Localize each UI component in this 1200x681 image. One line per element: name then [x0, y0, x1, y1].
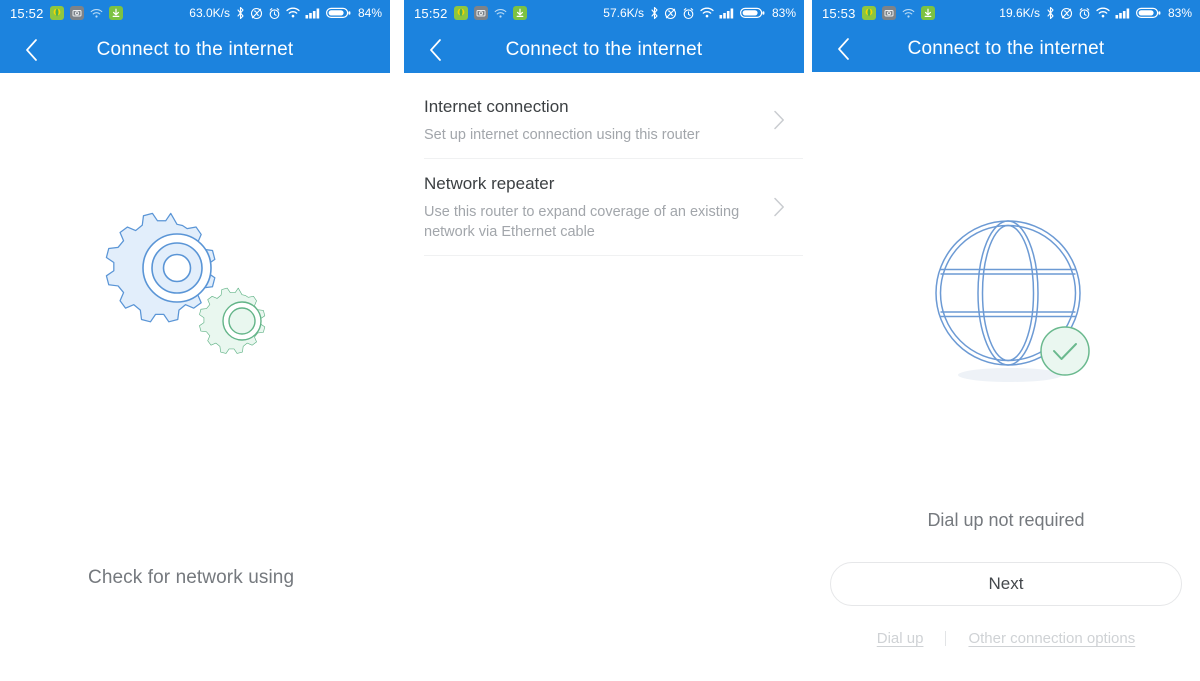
battery-icon — [739, 7, 765, 19]
panel-2-content: Internet connection Set up internet conn… — [404, 73, 804, 681]
download-icon — [920, 6, 935, 20]
screen-panel-1: 15:52 63.0K/s 84% Connect to the interne… — [0, 0, 390, 681]
alarm-icon — [1078, 7, 1091, 20]
list-item-subtitle: Set up internet connection using this ro… — [424, 127, 700, 143]
screenshot-icon — [69, 6, 84, 20]
link-divider — [945, 631, 947, 646]
status-bar-left: 15:52 — [10, 6, 123, 21]
list-divider — [424, 255, 803, 256]
list-item-subtitle: Use this router to expand coverage of an… — [424, 204, 740, 240]
chevron-left-icon — [25, 38, 38, 61]
bluetooth-icon — [236, 6, 245, 20]
page-title: Connect to the internet — [505, 38, 703, 60]
chevron-right-icon — [774, 197, 785, 217]
battery-icon — [1135, 7, 1161, 19]
list-item-internet-connection[interactable]: Internet connection Set up internet conn… — [404, 82, 804, 158]
chevron-left-icon — [429, 38, 442, 61]
other-connection-options-link[interactable]: Other connection options — [968, 630, 1135, 647]
network-speed: 63.0K/s — [189, 6, 230, 20]
next-button[interactable]: Next — [830, 562, 1182, 606]
globe-with-check-badge — [924, 212, 1104, 397]
wifi-small-icon — [90, 8, 103, 19]
network-speed: 57.6K/s — [603, 6, 644, 20]
status-clock: 15:52 — [414, 5, 448, 21]
list-item-title: Network repeater — [424, 174, 555, 193]
dial-up-link[interactable]: Dial up — [877, 630, 924, 647]
page-title: Connect to the internet — [907, 38, 1105, 59]
options-list: Internet connection Set up internet conn… — [404, 73, 804, 256]
list-item-title: Internet connection — [424, 97, 569, 116]
screen-panel-2: 15:52 57.6K/s 83% Connect to the interne… — [404, 0, 804, 681]
silent-mode-icon — [664, 7, 677, 20]
chevron-right-icon — [774, 110, 785, 130]
back-button[interactable] — [830, 36, 856, 62]
silent-mode-icon — [1060, 7, 1073, 20]
gears-illustration — [78, 178, 278, 358]
status-clock: 15:52 — [10, 5, 44, 21]
alarm-icon — [682, 7, 695, 20]
battery-percent: 83% — [771, 6, 796, 20]
wifi-small-icon — [494, 8, 507, 19]
download-icon — [108, 6, 123, 20]
download-icon — [512, 6, 527, 20]
status-bar-right: 19.6K/s 83% — [999, 6, 1192, 20]
status-bar-left: 15:53 — [822, 6, 935, 21]
bottom-links: Dial up Other connection options — [812, 630, 1200, 647]
wifi-icon — [286, 7, 300, 19]
status-bar-right: 57.6K/s 83% — [603, 6, 796, 20]
app-icon — [453, 6, 468, 20]
bluetooth-icon — [1046, 6, 1055, 20]
status-bar: 15:52 63.0K/s 84% — [0, 0, 390, 26]
app-icon — [861, 6, 876, 20]
app-header: Connect to the internet — [404, 26, 804, 73]
signal-icon — [719, 7, 735, 19]
wifi-icon — [1096, 7, 1110, 19]
panel-3-content: Dial up not required Next Dial up Other … — [812, 72, 1200, 680]
panel-1-content: Check for network using — [0, 73, 390, 681]
wifi-icon — [700, 7, 714, 19]
status-bar-right: 63.0K/s 84% — [189, 6, 382, 20]
app-header: Connect to the internet — [0, 26, 390, 73]
chevron-left-icon — [837, 38, 850, 60]
alarm-icon — [268, 7, 281, 20]
screenshot-icon — [881, 6, 896, 20]
page-title: Connect to the internet — [96, 38, 294, 60]
wifi-small-icon — [902, 8, 915, 19]
status-bar: 15:53 19.6K/s 83% — [812, 0, 1200, 26]
signal-icon — [1115, 7, 1131, 19]
back-button[interactable] — [18, 37, 44, 63]
back-button[interactable] — [422, 37, 448, 63]
bluetooth-icon — [650, 6, 659, 20]
battery-percent: 84% — [357, 6, 382, 20]
network-speed: 19.6K/s — [999, 6, 1040, 20]
screenshot-icon — [473, 6, 488, 20]
footer-hint-text: Check for network using — [88, 567, 295, 588]
app-icon — [49, 6, 64, 20]
battery-icon — [325, 7, 351, 19]
battery-percent: 83% — [1167, 6, 1192, 20]
status-clock: 15:53 — [822, 5, 856, 21]
status-bar: 15:52 57.6K/s 83% — [404, 0, 804, 26]
app-header: Connect to the internet — [812, 26, 1200, 72]
signal-icon — [305, 7, 321, 19]
screen-panel-3: 15:53 19.6K/s 83% Connect to the interne… — [812, 0, 1200, 681]
status-text: Dial up not required — [927, 510, 1085, 530]
list-item-network-repeater[interactable]: Network repeater Use this router to expa… — [404, 159, 804, 255]
silent-mode-icon — [250, 7, 263, 20]
status-bar-left: 15:52 — [414, 6, 527, 21]
